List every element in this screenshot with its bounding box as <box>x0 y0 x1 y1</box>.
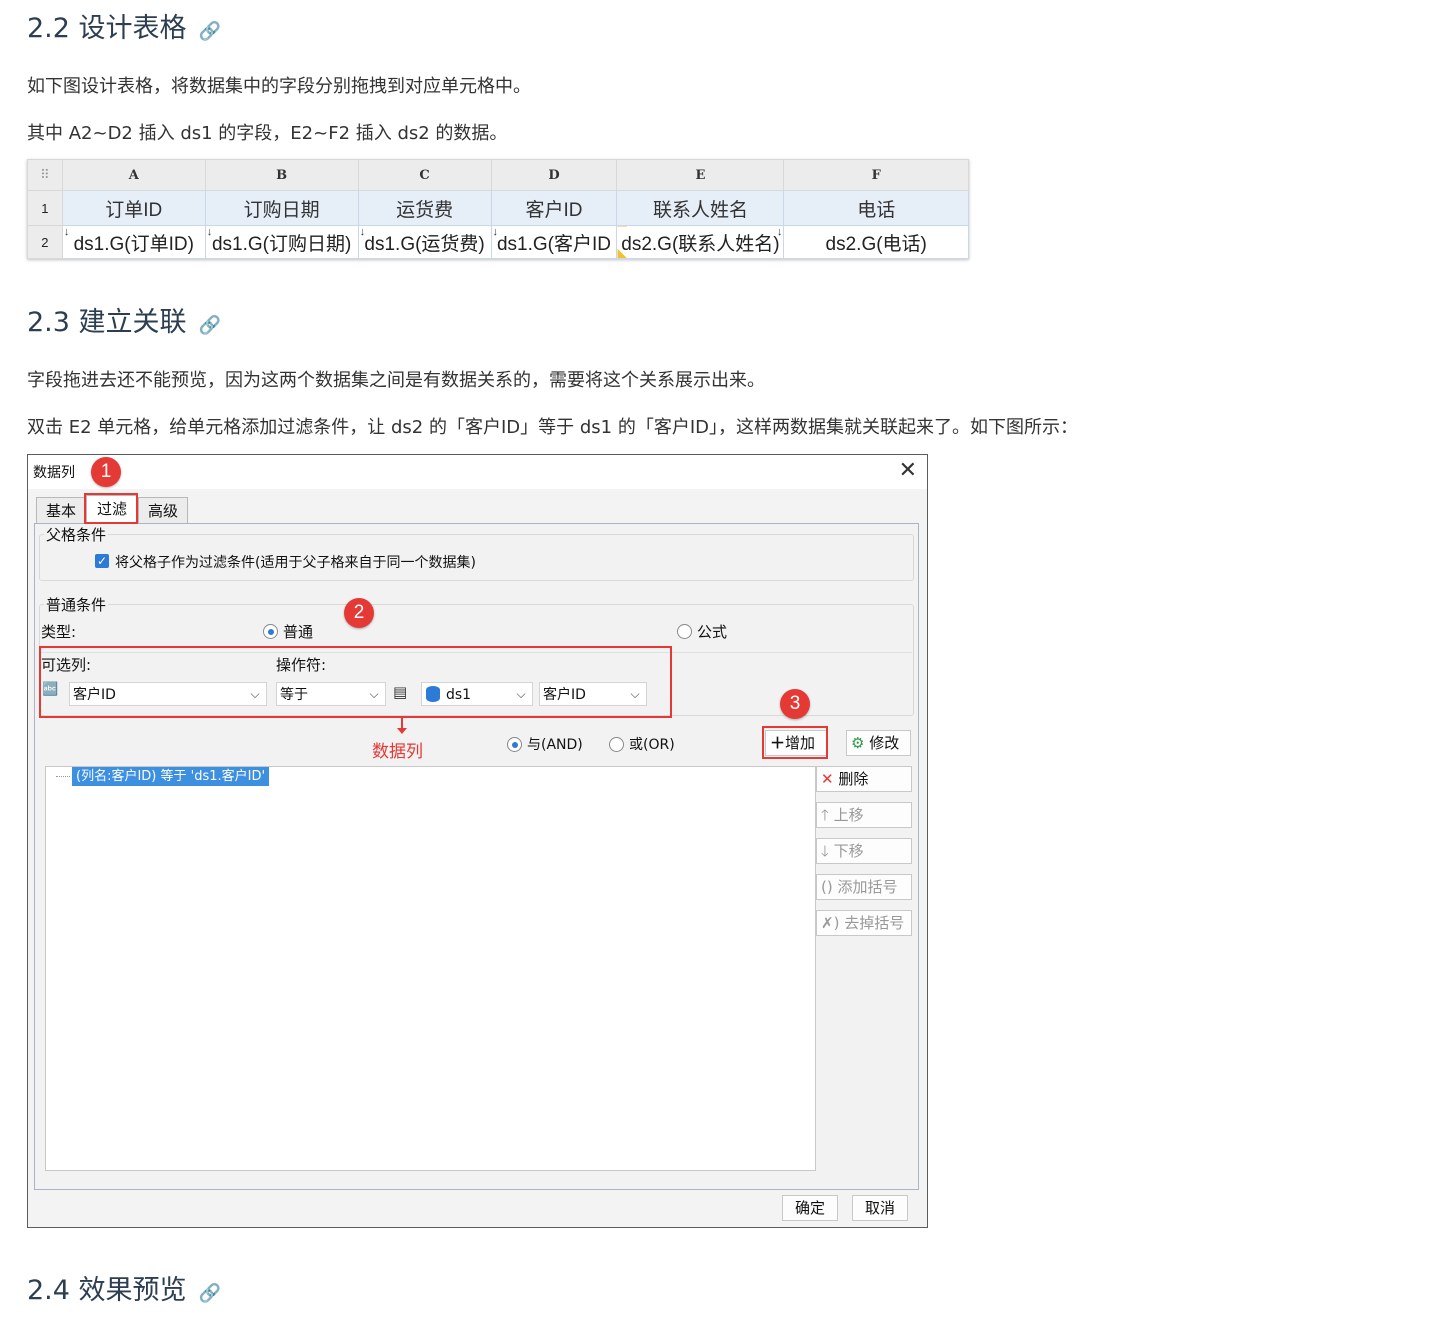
cell-e2: ↓ ds2.G(联系人姓名) <box>616 225 785 259</box>
step-badge-1: 1 <box>91 457 121 487</box>
arrow-up-icon: 🡑 <box>821 806 829 824</box>
cell-a1: 订单ID <box>61 190 206 226</box>
column-header: B <box>204 159 359 191</box>
modify-button[interactable]: ⚙ 修改 <box>846 730 911 756</box>
move-down-label: 下移 <box>833 842 864 860</box>
cell-text: ds1.G(订单ID) <box>73 233 194 255</box>
column-header: E <box>616 159 785 191</box>
highlight-filter-tab <box>84 493 138 524</box>
and-label: 与(AND) <box>527 737 583 753</box>
section-title-2-4: 2.4 效果预览 🔗 <box>27 1268 221 1307</box>
delete-icon: ✕ <box>821 770 834 788</box>
checkbox-label: 将父格子作为过滤条件(适用于父子格来自于同一个数据集) <box>115 555 476 571</box>
column-header: C <box>357 159 492 191</box>
cancel-button[interactable]: 取消 <box>852 1195 908 1221</box>
section-title-2-2: 2.2 设计表格 🔗 <box>27 6 221 45</box>
arrow-down-icon <box>397 728 407 734</box>
highlight-add-button <box>762 726 828 759</box>
heading-text: 2.2 设计表格 <box>27 13 187 44</box>
expand-down-icon: ↓ <box>206 226 213 239</box>
group-title: 普通条件 <box>44 594 109 615</box>
condition-list[interactable]: (列名:客户ID) 等于 'ds1.客户ID' <box>45 766 816 1171</box>
dialog-title: 数据列 <box>33 465 75 481</box>
expand-down-icon: ↓ <box>359 226 366 239</box>
sheet-corner: ⠿ <box>27 159 63 191</box>
link-icon[interactable]: 🔗 <box>199 21 221 42</box>
paragraph: 字段拖进去还不能预览，因为这两个数据集之间是有数据关系的，需要将这个关系展示出来… <box>27 370 765 391</box>
arrow-down-icon: 🡓 <box>821 842 829 860</box>
type-label: 类型: <box>41 623 77 641</box>
add-paren-label: 添加括号 <box>837 878 898 896</box>
remove-paren-icon: ✗) <box>821 914 840 932</box>
remove-paren-label: 去掉括号 <box>844 914 905 932</box>
cell-c2: ↓ ds1.G(运货费) <box>357 225 492 259</box>
cell-a2: ↓ ds1.G(订单ID) <box>61 225 206 259</box>
row-header: 2 <box>27 225 63 259</box>
modify-button-label: 修改 <box>869 734 900 752</box>
cell-b2: ↓ ds1.G(订购日期) <box>204 225 359 259</box>
cell-e1: 联系人姓名 <box>616 190 785 226</box>
tree-line <box>56 776 70 777</box>
cell-c1: 运货费 <box>357 190 492 226</box>
highlight-condition-row <box>39 646 672 718</box>
parent-filter-checkbox[interactable]: ✓ <box>95 554 109 568</box>
paragraph: 如下图设计表格，将数据集中的字段分别拖拽到对应单元格中。 <box>27 76 531 97</box>
column-header: A <box>61 159 206 191</box>
spreadsheet-image: ⠿ A B C D E F 1 订单ID 订购日期 运货费 客户ID 联系人姓名… <box>27 159 969 259</box>
link-icon[interactable]: 🔗 <box>199 315 221 336</box>
cell-text: ds1.G(运货费) <box>364 233 485 255</box>
row-header: 1 <box>27 190 63 226</box>
or-label: 或(OR) <box>629 737 675 753</box>
filter-panel: 父格条件 ✓ 将父格子作为过滤条件(适用于父子格来自于同一个数据集) 普通条件 … <box>34 523 919 1190</box>
condition-item[interactable]: (列名:客户ID) 等于 'ds1.客户ID' <box>72 767 270 786</box>
link-icon[interactable]: 🔗 <box>199 1283 221 1304</box>
annotation-data-column: 数据列 <box>372 742 423 762</box>
heading-text: 2.3 建立关联 <box>27 307 187 338</box>
delete-button-label: 删除 <box>838 770 869 788</box>
cell-d1: 客户ID <box>490 190 618 226</box>
move-up-button[interactable]: 🡑 上移 <box>816 802 912 828</box>
step-badge-3: 3 <box>780 689 810 719</box>
cell-text: ds1.G(客户ID <box>496 233 612 255</box>
delete-button[interactable]: ✕ 删除 <box>816 766 912 792</box>
move-down-button[interactable]: 🡓 下移 <box>816 838 912 864</box>
paragraph: 双击 E2 单元格，给单元格添加过滤条件，让 ds2 的「客户ID」等于 ds1… <box>27 417 1078 438</box>
cell-text: ds2.G(联系人姓名) <box>621 233 780 255</box>
expand-down-icon: ↓ <box>492 226 499 239</box>
type-formula-radio[interactable] <box>677 624 692 639</box>
cell-b1: 订购日期 <box>204 190 359 226</box>
expand-down-icon: ↓ <box>776 226 783 239</box>
type-normal-label: 普通 <box>283 623 314 641</box>
cell-text: ds1.G(订购日期) <box>211 233 352 255</box>
column-header: D <box>490 159 618 191</box>
heading-text: 2.4 效果预览 <box>27 1275 187 1306</box>
paragraph: 其中 A2~D2 插入 ds1 的字段，E2~F2 插入 ds2 的数据。 <box>27 123 508 144</box>
type-formula-label: 公式 <box>697 623 728 641</box>
tab-basic[interactable]: 基本 <box>36 497 86 524</box>
type-normal-radio[interactable] <box>263 624 278 639</box>
paren-icon: () <box>821 878 833 896</box>
cell-text: ds2.G(电话) <box>825 233 927 255</box>
tab-advanced[interactable]: 高级 <box>138 497 188 524</box>
add-paren-button[interactable]: () 添加括号 <box>816 874 912 900</box>
or-radio[interactable] <box>609 737 624 752</box>
data-column-dialog: 数据列 ✕ 基本 过滤 高级 父格条件 ✓ 将父格子作为过滤条件(适用于父子格来… <box>27 454 928 1228</box>
expand-down-icon: ↓ <box>63 226 70 239</box>
step-badge-2: 2 <box>344 598 374 628</box>
cell-f2: ds2.G(电话) <box>783 225 969 259</box>
cell-f1: 电话 <box>783 190 969 226</box>
section-title-2-3: 2.3 建立关联 🔗 <box>27 300 221 339</box>
dialog-titlebar: 数据列 ✕ <box>28 455 927 489</box>
move-up-label: 上移 <box>833 806 864 824</box>
group-title: 父格条件 <box>44 524 109 545</box>
ok-button[interactable]: 确定 <box>782 1195 838 1221</box>
close-icon[interactable]: ✕ <box>899 458 917 483</box>
edit-icon: ⚙ <box>851 734 865 752</box>
remove-paren-button[interactable]: ✗) 去掉括号 <box>816 910 912 936</box>
cell-d2: ↓ ds1.G(客户ID <box>490 225 618 259</box>
column-header: F <box>783 159 969 191</box>
and-radio[interactable] <box>507 737 522 752</box>
